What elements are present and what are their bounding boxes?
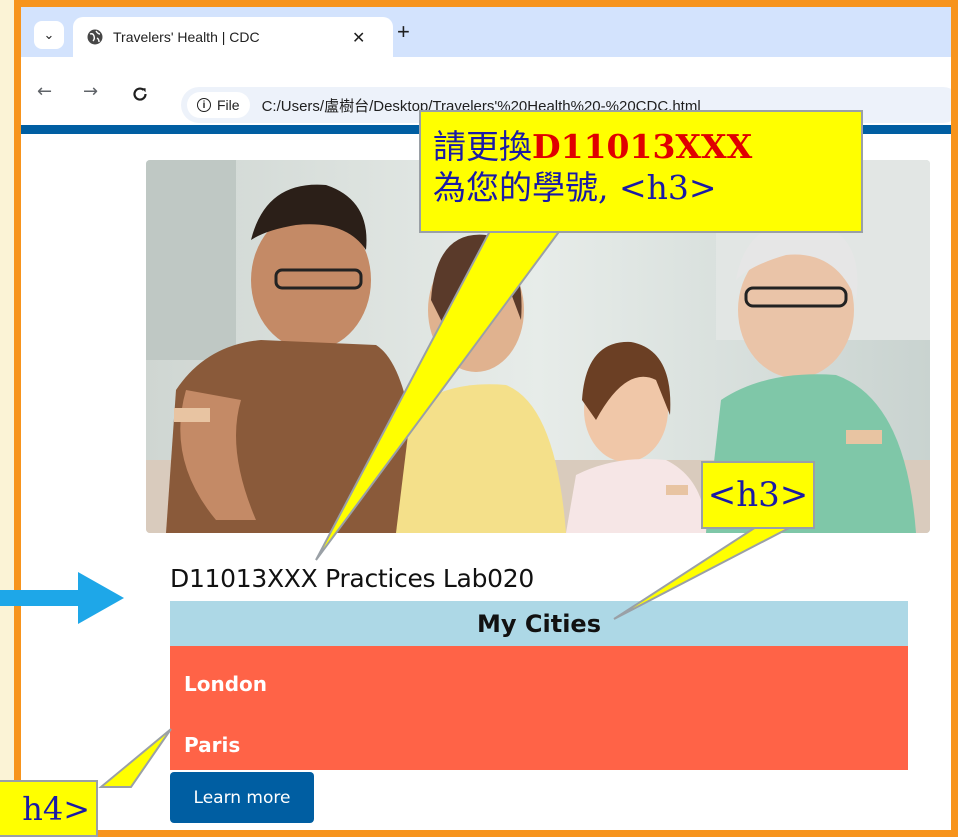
annotation-h3-label: <h3>	[701, 461, 815, 529]
blue-arrow-icon	[0, 572, 124, 624]
annotation-line-1: 請更換D11013XXX	[433, 126, 849, 167]
screenshot-frame: ⌄ Travelers' Health | CDC ✕ + ← → i File…	[14, 0, 958, 837]
annotation-line-2: 為您的學號, <h3>	[433, 168, 717, 208]
annotation-h4-label: h4>	[0, 780, 98, 837]
annotation-prefix: 請更換	[433, 127, 532, 166]
annotation-replace-student-id: 請更換D11013XXX 為您的學號, <h3>	[419, 110, 863, 233]
annotation-id: D11013XXX	[532, 127, 753, 166]
